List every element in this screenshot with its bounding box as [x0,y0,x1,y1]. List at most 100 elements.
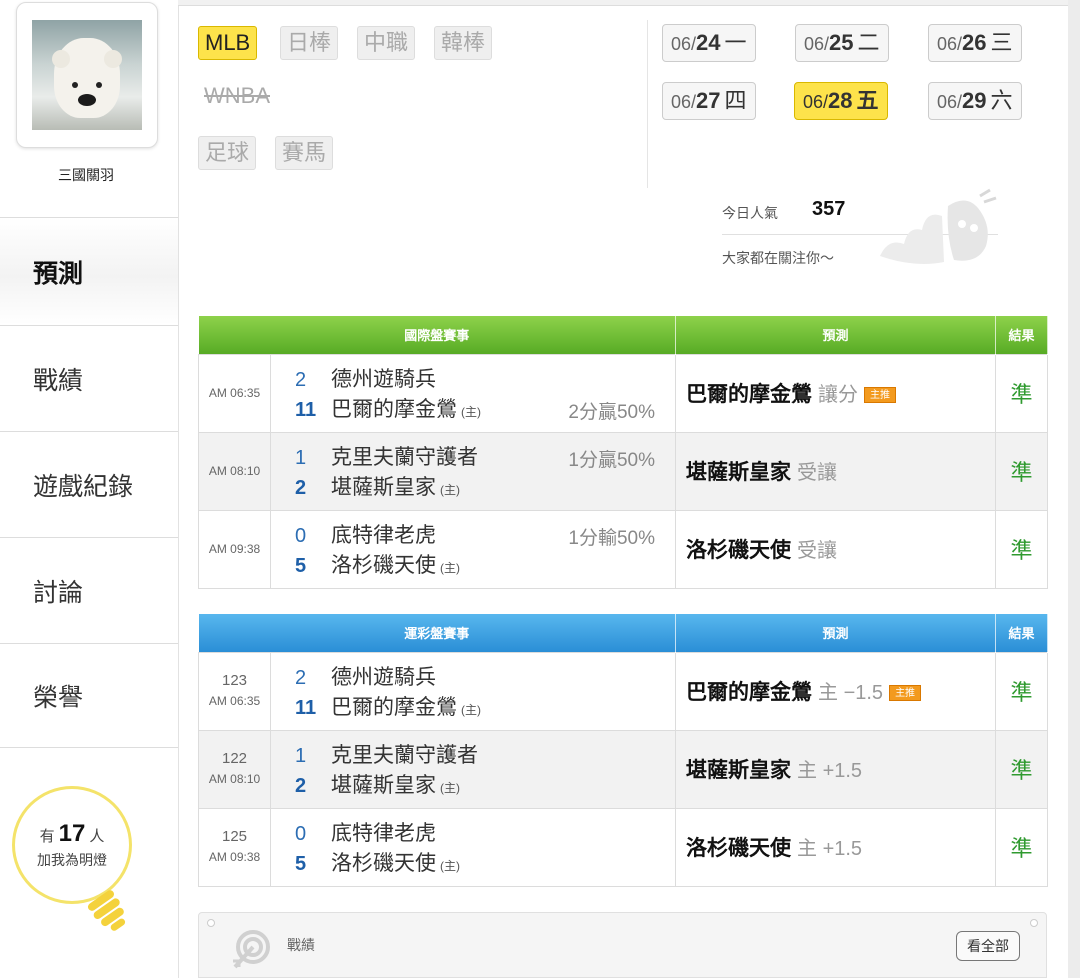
date-month: 06/ [937,92,963,112]
fan-caption: 加我為明燈 [37,852,107,868]
table-header-row: 運彩盤賽事 預測 結果 [198,614,1049,652]
home-team[interactable]: 堪薩斯皇家 [331,769,436,799]
date-weekday: 三 [990,30,1013,55]
date-button-0627[interactable]: 06/27 四 [662,82,756,120]
game-number: 122 [221,750,248,767]
date-month: 06/ [671,92,697,112]
home-team[interactable]: 洛杉磯天使 [331,847,436,877]
column-header-result: 結果 [995,614,1049,652]
date-day: 24 [696,30,721,55]
game-number: 123 [221,672,248,689]
predicted-team: 堪薩斯皇家 [686,461,792,484]
league-tab-soccer[interactable]: 足球 [198,136,257,170]
date-weekday: 六 [990,88,1013,113]
date-day: 29 [962,88,987,113]
sidebar-item-honor[interactable]: 榮譽 [0,644,178,748]
column-header-result: 結果 [995,316,1049,354]
game-time-cell: 123 AM 06:35 [198,651,271,731]
fan-lights-badge[interactable]: 有 17 人 加我為明燈 [12,786,132,904]
away-score: 0 [295,823,307,845]
handicap-type: 受讓 [797,540,838,562]
fan-count-value: 17 [58,820,86,847]
league-tab-mlb[interactable]: MLB [198,26,258,60]
sidebar: 三國關羽 預測 戰績 遊戲紀錄 討論 榮譽 有 17 人 加我為明燈 [0,0,178,978]
home-tag: (主) [440,781,460,795]
divider [0,217,178,218]
home-team[interactable]: 洛杉磯天使 [331,549,436,579]
table-row[interactable]: AM 06:35 2 德州遊騎兵 11 巴爾的摩金鶯 (主) 2分贏50% 巴爾的摩金… [198,353,1049,433]
table-row[interactable]: 123 AM 06:35 2 德州遊騎兵 11 巴爾的摩金鶯 (主) 巴爾的摩金鶯主 −… [198,651,1049,731]
away-team[interactable]: 德州遊騎兵 [331,363,436,393]
home-team[interactable]: 巴爾的摩金鶯 [331,393,457,423]
away-team[interactable]: 底特律老虎 [331,519,436,549]
prediction-cell: 洛杉磯天使 受讓 [675,509,997,589]
date-month: 06/ [671,34,697,54]
target-icon [233,930,270,969]
date-month: 06/ [803,92,829,112]
matchup: 2 德州遊騎兵 11 巴爾的摩金鶯 (主) 2分贏50% [269,353,677,433]
handicap-line: 主 +1.5 [797,760,863,782]
home-score: 2 [295,477,307,499]
predicted-team: 巴爾的摩金鶯 [686,681,813,704]
result-cell: 準 [995,807,1049,887]
divider [647,20,648,188]
handicap-type: 讓分 [818,384,859,406]
result-cell: 準 [995,353,1049,433]
date-month: 06/ [937,34,963,54]
table-row[interactable]: AM 09:38 0 底特律老虎 5 洛杉磯天使 (主) 1分輸50% 洛杉磯天使 受讓… [198,509,1049,589]
prediction-cell: 巴爾的摩金鶯主 −1.5 主推 [675,651,997,731]
away-team[interactable]: 克里夫蘭守護者 [331,739,478,769]
column-header-prediction: 預測 [675,614,997,652]
date-button-0626[interactable]: 06/26 三 [928,24,1022,62]
fan-count: 有 17 人 [40,820,105,848]
result-cell: 準 [995,729,1049,809]
game-time: AM 06:35 [198,353,271,433]
date-button-0629[interactable]: 06/29 六 [928,82,1022,120]
league-tab-horse-racing[interactable]: 賽馬 [275,136,334,170]
league-tab-npb[interactable]: 日棒 [280,26,339,60]
table-header-row: 國際盤賽事 預測 結果 [198,316,1049,354]
odds-line: 2分贏50% [568,401,656,423]
date-weekday: 五 [856,88,879,113]
popularity-note: 大家都在關注你～ [722,250,834,266]
username[interactable]: 三國關羽 [0,165,172,185]
game-time: AM 08:10 [198,431,271,511]
result-cell: 準 [995,509,1049,589]
away-team[interactable]: 克里夫蘭守護者 [331,441,478,471]
away-team[interactable]: 底特律老虎 [331,817,436,847]
home-team[interactable]: 巴爾的摩金鶯 [331,691,457,721]
view-all-button[interactable]: 看全部 [956,931,1020,961]
sidebar-item-discussion[interactable]: 討論 [0,538,178,644]
league-tab-wnba[interactable]: WNBA [198,80,276,114]
sidebar-item-record[interactable]: 戰績 [0,326,178,432]
prediction-cell: 堪薩斯皇家主 +1.5 [675,729,997,809]
away-team[interactable]: 德州遊騎兵 [331,661,436,691]
away-score: 0 [295,525,307,547]
home-score: 5 [295,555,307,577]
column-header-intl-games: 國際盤賽事 [198,316,677,354]
handicap-line: 主 +1.5 [797,838,863,860]
date-button-0625[interactable]: 06/25 二 [795,24,889,62]
table-row[interactable]: AM 08:10 1 克里夫蘭守護者 2 堪薩斯皇家 (主) 1分贏50% 堪薩斯皇家… [198,431,1049,511]
predicted-team: 洛杉磯天使 [686,539,792,562]
avatar-card[interactable] [16,2,158,148]
home-tag: (主) [461,405,481,419]
date-button-0628[interactable]: 06/28 五 [794,82,888,120]
handicap-type: 受讓 [797,462,838,484]
matchup: 1 克里夫蘭守護者 2 堪薩斯皇家 (主) [269,729,677,809]
table-row[interactable]: 122 AM 08:10 1 克里夫蘭守護者 2 堪薩斯皇家 (主) 堪薩斯皇家主 +1… [198,729,1049,809]
date-button-0624[interactable]: 06/24 一 [662,24,756,62]
league-tab-kbo[interactable]: 韓棒 [434,26,493,60]
matchup: 0 底特律老虎 5 洛杉磯天使 (主) [269,807,677,887]
prediction-cell: 堪薩斯皇家 受讓 [675,431,997,511]
league-tab-cpbl[interactable]: 中職 [357,26,416,60]
handicap-line: 主 −1.5 [818,682,884,704]
intl-odds-table: 國際盤賽事 預測 結果 AM 06:35 2 德州遊騎兵 11 巴爾的摩金鶯 (主) … [198,316,1049,589]
sidebar-item-predict[interactable]: 預測 [0,218,178,326]
home-team[interactable]: 堪薩斯皇家 [331,471,436,501]
table-row[interactable]: 125 AM 09:38 0 底特律老虎 5 洛杉磯天使 (主) 洛杉磯天使主 +1.5… [198,807,1049,887]
game-time: AM 08:10 [208,772,261,786]
date-day: 26 [962,30,987,55]
sidebar-item-game-log[interactable]: 遊戲紀錄 [0,432,178,538]
result-cell: 準 [995,651,1049,731]
